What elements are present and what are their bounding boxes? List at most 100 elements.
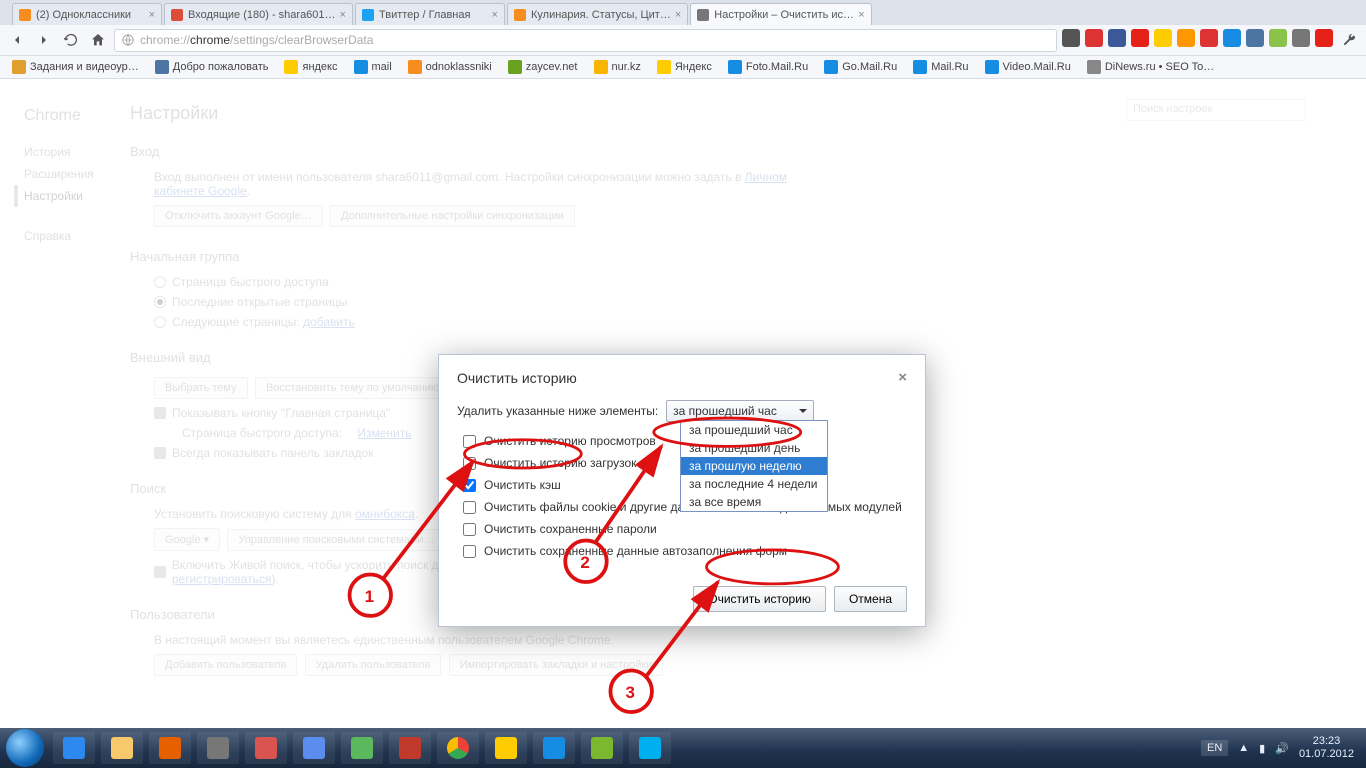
ext-icon[interactable] (1085, 29, 1103, 47)
task-icq[interactable] (581, 732, 623, 764)
ext-icon[interactable] (1200, 29, 1218, 47)
bookmark-icon (508, 60, 522, 74)
ext-icon[interactable] (1154, 29, 1172, 47)
clear-option-checkbox[interactable] (463, 501, 476, 514)
bookmark-item[interactable]: nur.kz (588, 60, 647, 74)
task-app[interactable] (197, 732, 239, 764)
forward-button[interactable] (33, 29, 55, 51)
bookmark-item[interactable]: Добро пожаловать (149, 60, 275, 74)
bookmark-icon (657, 60, 671, 74)
globe-icon (121, 33, 135, 47)
task-mailru[interactable] (533, 732, 575, 764)
reload-button[interactable] (60, 29, 82, 51)
task-ie[interactable] (53, 732, 95, 764)
bookmark-icon (913, 60, 927, 74)
browser-tab-strip: (2) Одноклассники×Входящие (180) - shara… (0, 0, 1366, 25)
bookmark-icon (155, 60, 169, 74)
tab-close-icon[interactable]: × (675, 9, 681, 21)
tray-network-icon[interactable]: ▮ (1259, 742, 1265, 755)
favicon-icon (362, 9, 374, 21)
browser-tab[interactable]: Настройки – Очистить ис…× (690, 3, 871, 25)
start-button[interactable] (6, 729, 44, 767)
browser-tab[interactable]: (2) Одноклассники× (12, 3, 162, 25)
browser-tab[interactable]: Кулинария. Статусы, Цит… × (507, 3, 688, 25)
language-indicator[interactable]: EN (1201, 740, 1228, 756)
ext-icon[interactable] (1292, 29, 1310, 47)
bookmark-item[interactable]: mail (348, 60, 398, 74)
clear-option-checkbox[interactable] (463, 479, 476, 492)
clear-option-row: Очистить сохраненные пароли (463, 518, 907, 540)
tray-flag-icon[interactable]: ▲ (1238, 742, 1249, 754)
dialog-close-button[interactable]: × (898, 369, 907, 386)
favicon-icon (171, 9, 183, 21)
bookmark-item[interactable]: Mail.Ru (907, 60, 974, 74)
clear-history-button[interactable]: Очистить историю (693, 586, 826, 612)
clear-option-checkbox[interactable] (463, 457, 476, 470)
browser-toolbar: chrome://chrome/settings/clearBrowserDat… (0, 25, 1366, 56)
clear-option-label: Очистить кэш (484, 478, 561, 492)
bookmark-item[interactable]: zaycev.net (502, 60, 584, 74)
task-yandex[interactable] (485, 732, 527, 764)
favicon-icon (697, 9, 709, 21)
bookmark-icon (12, 60, 26, 74)
tray-volume-icon[interactable]: 🔊 (1275, 742, 1289, 755)
ext-icon[interactable] (1062, 29, 1080, 47)
tab-close-icon[interactable]: × (858, 9, 864, 21)
ext-icon[interactable] (1131, 29, 1149, 47)
favicon-icon (514, 9, 526, 21)
browser-tab[interactable]: Твиттер / Главная× (355, 3, 505, 25)
tab-close-icon[interactable]: × (149, 9, 155, 21)
task-chrome[interactable] (437, 732, 479, 764)
delete-range-label: Удалить указанные ниже элементы: (457, 404, 658, 418)
clear-option-checkbox[interactable] (463, 523, 476, 536)
time-range-option[interactable]: за прошедший день (681, 439, 827, 457)
time-range-option[interactable]: за прошлую неделю (681, 457, 827, 475)
bookmark-item[interactable]: Задания и видеоур… (6, 60, 145, 74)
clear-option-checkbox[interactable] (463, 435, 476, 448)
task-app[interactable] (245, 732, 287, 764)
tab-title: Кулинария. Статусы, Цит… (531, 9, 671, 21)
bookmark-item[interactable]: DiNews.ru • SEO To… (1081, 60, 1220, 74)
tab-close-icon[interactable]: × (340, 9, 346, 21)
ext-icon[interactable] (1269, 29, 1287, 47)
chevron-down-icon (799, 409, 807, 417)
task-explorer[interactable] (101, 732, 143, 764)
windows-taskbar: EN ▲ ▮ 🔊 23:2301.07.2012 (0, 728, 1366, 768)
time-range-dropdown: за прошедший часза прошедший деньза прош… (680, 420, 828, 512)
time-range-option[interactable]: за последние 4 недели (681, 475, 827, 493)
bookmark-item[interactable]: Яндекс (651, 60, 718, 74)
bookmark-icon (728, 60, 742, 74)
wrench-menu-icon[interactable] (1338, 29, 1360, 51)
bookmark-item[interactable]: odnoklassniki (402, 60, 498, 74)
bookmark-item[interactable]: Video.Mail.Ru (979, 60, 1077, 74)
bookmarks-bar: Задания и видеоур… Добро пожаловатьяндекс… (0, 56, 1366, 79)
task-app[interactable] (341, 732, 383, 764)
browser-tab[interactable]: Входящие (180) - shara601…× (164, 3, 353, 25)
cancel-button[interactable]: Отмена (834, 586, 907, 612)
clear-option-checkbox[interactable] (463, 545, 476, 558)
bookmark-item[interactable]: Foto.Mail.Ru (722, 60, 814, 74)
task-skype[interactable] (629, 732, 671, 764)
ext-icon[interactable] (1223, 29, 1241, 47)
bookmark-icon (985, 60, 999, 74)
time-range-option[interactable]: за все время (681, 493, 827, 511)
ext-icon[interactable] (1315, 29, 1333, 47)
ext-icon[interactable] (1108, 29, 1126, 47)
time-range-option[interactable]: за прошедший час (681, 421, 827, 439)
task-app[interactable] (389, 732, 431, 764)
ext-icon[interactable] (1177, 29, 1195, 47)
tray-clock[interactable]: 23:2301.07.2012 (1299, 735, 1354, 760)
clear-option-label: Очистить сохраненные данные автозаполнен… (484, 544, 787, 558)
home-button[interactable] (87, 29, 109, 51)
bookmark-item[interactable]: Go.Mail.Ru (818, 60, 903, 74)
task-firefox[interactable] (149, 732, 191, 764)
bookmark-item[interactable]: яндекс (278, 60, 343, 74)
extension-icons (1062, 29, 1360, 51)
back-button[interactable] (6, 29, 28, 51)
task-app[interactable] (293, 732, 335, 764)
time-range-select[interactable]: за прошедший час (666, 400, 814, 422)
bookmark-icon (824, 60, 838, 74)
tab-close-icon[interactable]: × (492, 9, 498, 21)
address-bar[interactable]: chrome://chrome/settings/clearBrowserDat… (114, 29, 1057, 52)
ext-icon[interactable] (1246, 29, 1264, 47)
